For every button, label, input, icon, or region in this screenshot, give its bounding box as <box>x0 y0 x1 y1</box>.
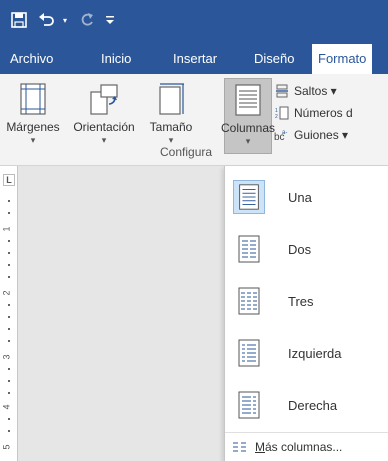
margins-label: Márgenes <box>6 120 60 134</box>
customize-qat-icon[interactable] <box>104 9 116 31</box>
ruler-number: 4 <box>1 404 12 410</box>
line-numbers-icon: 12 <box>273 106 291 120</box>
svg-text:2: 2 <box>275 114 278 120</box>
menu-item-izquierda[interactable]: Izquierda <box>225 328 388 378</box>
menu-item-tres[interactable]: Tres <box>225 276 388 326</box>
left-column-icon <box>238 339 260 367</box>
one-column-icon <box>233 180 265 214</box>
line-numbers-button[interactable]: 12 Números d <box>273 102 388 124</box>
title-bar: ▾ <box>0 0 388 44</box>
page-setup-small-items: Saltos ▾ 12 Números d bc a- Guiones ▾ <box>273 80 388 146</box>
ruler-number: 1 <box>1 226 12 232</box>
menu-item-label: Una <box>288 189 312 205</box>
menu-item-una[interactable]: Una <box>225 172 388 222</box>
three-columns-icon <box>238 287 260 315</box>
menu-item-label: Derecha <box>288 397 338 413</box>
redo-icon[interactable] <box>76 9 98 31</box>
ribbon-panel: Márgenes ▾ Orientación ▾ Tamaño ▾ Column… <box>0 74 388 166</box>
ruler-number: 2 <box>1 290 12 296</box>
menu-item-label: Izquierda <box>288 345 342 361</box>
chevron-down-icon: ▾ <box>245 136 251 146</box>
ruler-scale: 1 2 3 4 5 <box>1 194 15 454</box>
chevron-down-icon: ▾ <box>168 135 174 145</box>
orientation-button[interactable]: Orientación ▾ <box>70 78 138 154</box>
hyphenation-icon: bc a- <box>273 128 291 142</box>
menu-separator <box>225 432 388 433</box>
orientation-icon <box>90 84 118 115</box>
margins-button[interactable]: Márgenes ▾ <box>2 78 64 154</box>
margins-icon <box>20 83 46 115</box>
ruler-number: 5 <box>1 444 12 450</box>
line-numbers-label: Números d <box>294 106 353 120</box>
vertical-ruler[interactable]: L 1 2 3 4 5 <box>0 166 18 461</box>
chevron-down-icon: ▾ <box>30 135 36 145</box>
tab-insertar[interactable]: Insertar <box>167 44 223 74</box>
size-label: Tamaño <box>149 120 193 134</box>
more-columns-label: Más columnas... <box>255 440 343 454</box>
undo-dropdown-icon[interactable]: ▾ <box>60 9 70 31</box>
ruler-number: 3 <box>1 354 12 360</box>
orientation-label: Orientación <box>73 120 135 134</box>
menu-item-derecha[interactable]: Derecha <box>225 380 388 430</box>
save-icon[interactable] <box>8 9 30 31</box>
ribbon-tabs: Archivo Inicio Insertar Diseño Formato <box>0 44 388 74</box>
columns-label: Columnas <box>220 121 276 135</box>
menu-item-label: Dos <box>288 241 312 257</box>
size-button[interactable]: Tamaño ▾ <box>146 78 196 154</box>
tab-archivo[interactable]: Archivo <box>4 44 59 74</box>
more-columns-button[interactable]: Más columnas... <box>225 436 388 458</box>
svg-text:a-: a- <box>282 130 287 136</box>
columns-icon <box>235 84 261 116</box>
undo-icon[interactable] <box>36 9 58 31</box>
columns-button[interactable]: Columnas ▾ <box>220 78 276 154</box>
hyphenation-button[interactable]: bc a- Guiones ▾ <box>273 124 388 146</box>
columns-dropdown-menu: Una Dos Tres Izquierda Derecha Más colum… <box>224 166 388 461</box>
menu-item-label: Tres <box>288 293 314 309</box>
tab-diseno[interactable]: Diseño <box>248 44 300 74</box>
size-icon <box>159 83 184 115</box>
menu-item-dos[interactable]: Dos <box>225 224 388 274</box>
two-columns-icon <box>238 235 260 263</box>
tab-formato[interactable]: Formato <box>312 44 373 74</box>
tab-selector-icon[interactable]: L <box>3 174 15 186</box>
tab-inicio[interactable]: Inicio <box>95 44 137 74</box>
breaks-button[interactable]: Saltos ▾ <box>273 80 388 102</box>
page-setup-group-label: Configura <box>160 145 213 159</box>
hyphenation-label: Guiones ▾ <box>294 128 349 142</box>
chevron-down-icon: ▾ <box>101 135 107 145</box>
breaks-label: Saltos ▾ <box>294 84 337 98</box>
more-columns-icon <box>233 442 246 452</box>
right-column-icon <box>238 391 260 419</box>
breaks-icon <box>273 84 291 98</box>
